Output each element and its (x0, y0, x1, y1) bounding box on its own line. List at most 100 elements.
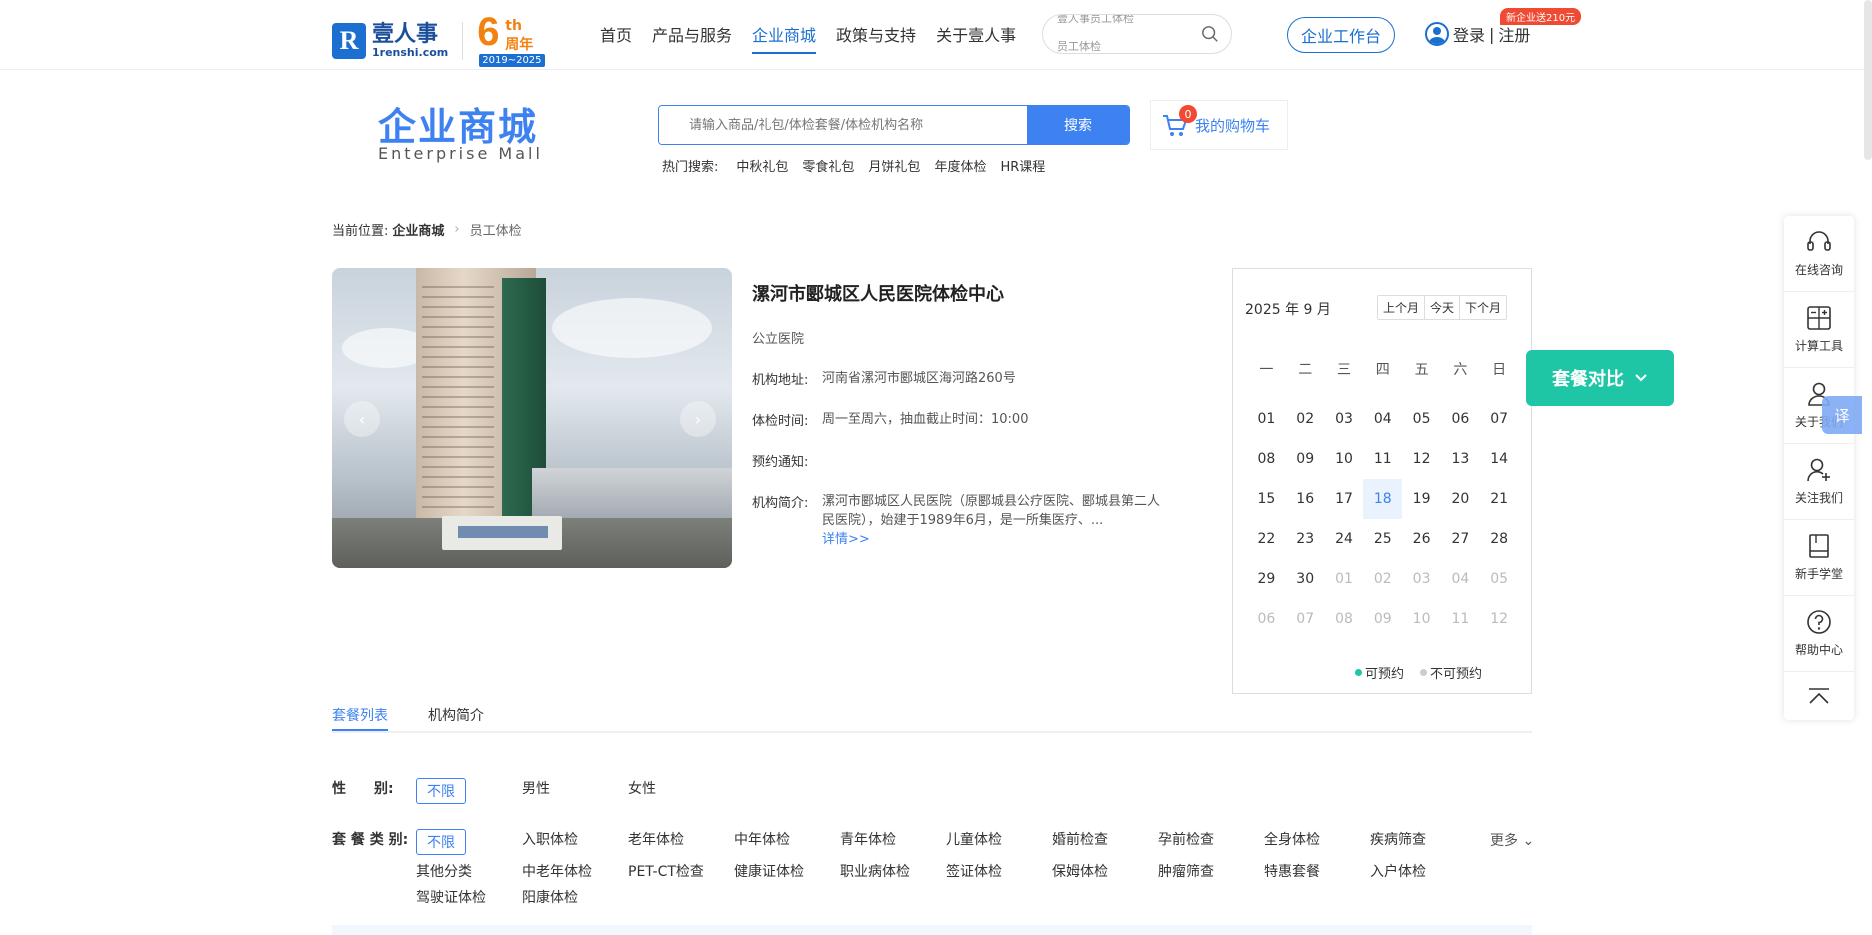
calendar-day: 08 (1335, 611, 1353, 627)
site-logo[interactable]: R 壹人事 1renshi.com 6 th 周年 2019~2025 (332, 10, 545, 68)
category-option[interactable]: 保姆体检 (1052, 861, 1158, 881)
calendar-day[interactable]: 24 (1325, 519, 1364, 559)
category-option[interactable]: 签证体检 (946, 861, 1052, 881)
nav-products[interactable]: 产品与服务 (652, 22, 732, 54)
tab-institution-intro[interactable]: 机构简介 (428, 705, 484, 731)
carousel-next-icon[interactable]: › (680, 401, 716, 437)
hot-search-term[interactable]: HR课程 (1000, 156, 1045, 175)
category-option[interactable]: 阳康体检 (522, 887, 628, 907)
calendar-day[interactable]: 09 (1286, 439, 1325, 479)
hot-search-term[interactable]: 月饼礼包 (868, 156, 920, 175)
category-option[interactable]: 疾病筛查 (1370, 829, 1476, 855)
hot-search-term[interactable]: 零食礼包 (802, 156, 854, 175)
hot-search-term[interactable]: 中秋礼包 (736, 156, 788, 175)
nav-about[interactable]: 关于壹人事 (936, 22, 1016, 54)
package-compare-button[interactable]: 套餐对比 (1526, 350, 1674, 406)
category-option[interactable]: 孕前检查 (1158, 829, 1264, 855)
prev-month-button[interactable]: 上个月 (1378, 296, 1426, 319)
calendar-day[interactable]: 19 (1402, 479, 1441, 519)
calendar-day[interactable]: 29 (1247, 559, 1286, 599)
breadcrumb-parent[interactable]: 企业商城 (392, 220, 444, 239)
cart-button[interactable]: 0 我的购物车 (1150, 100, 1288, 150)
calendar-day[interactable]: 22 (1247, 519, 1286, 559)
calendar-day[interactable]: 03 (1325, 399, 1364, 439)
next-month-button[interactable]: 下个月 (1460, 296, 1506, 319)
workbench-button[interactable]: 企业工作台 (1287, 17, 1395, 53)
calendar-day[interactable]: 11 (1363, 439, 1402, 479)
calendar-day[interactable]: 08 (1247, 439, 1286, 479)
calendar-day[interactable]: 04 (1363, 399, 1402, 439)
calendar-day: 04 (1451, 571, 1470, 587)
mall-search-button[interactable]: 搜索 (1027, 106, 1129, 144)
category-option[interactable]: 入职体检 (522, 829, 628, 855)
sidebar-follow-us[interactable]: 关注我们 (1784, 444, 1854, 520)
sidebar-help-center[interactable]: 帮助中心 (1784, 596, 1854, 672)
category-option[interactable]: PET-CT检查 (628, 861, 734, 881)
calendar-day[interactable]: 27 (1441, 519, 1480, 559)
calendar-day[interactable]: 20 (1441, 479, 1480, 519)
category-option[interactable]: 其他分类 (416, 861, 522, 881)
intro-more-link[interactable]: 详情>> (822, 532, 870, 547)
search-icon[interactable] (1201, 25, 1219, 43)
sidebar-online-consult[interactable]: 在线咨询 (1784, 216, 1854, 292)
nav-policy[interactable]: 政策与支持 (836, 22, 916, 54)
calendar-day-today[interactable]: 18 (1363, 479, 1403, 519)
category-option[interactable]: 青年体检 (840, 829, 946, 855)
sidebar-beginner-school[interactable]: 新手学堂 (1784, 520, 1854, 596)
header-search-box[interactable]: 壹人事员工体检 员工体检 (1042, 14, 1232, 54)
calendar-day[interactable]: 07 (1480, 399, 1519, 439)
category-option[interactable]: 中老年体检 (522, 861, 628, 881)
calendar-day[interactable]: 17 (1325, 479, 1364, 519)
back-to-top-button[interactable] (1784, 672, 1854, 720)
nav-mall[interactable]: 企业商城 (752, 22, 817, 54)
category-option[interactable]: 全身体检 (1264, 829, 1370, 855)
calendar-day[interactable]: 12 (1402, 439, 1441, 479)
calendar-day[interactable]: 30 (1286, 559, 1325, 599)
category-option[interactable]: 健康证体检 (734, 861, 840, 881)
sidebar-calc-tools[interactable]: 计算工具 (1784, 292, 1854, 368)
calendar-day[interactable]: 23 (1286, 519, 1325, 559)
gender-option[interactable]: 女性 (628, 778, 734, 804)
category-option[interactable]: 中年体检 (734, 829, 840, 855)
calendar-day[interactable]: 28 (1480, 519, 1519, 559)
category-option[interactable]: 职业病体检 (840, 861, 946, 881)
calendar-day[interactable]: 06 (1441, 399, 1480, 439)
page-scrollbar[interactable] (1864, 0, 1872, 160)
calendar-day[interactable]: 16 (1286, 479, 1325, 519)
institution-name: 漯河市郾城区人民医院体检中心 (752, 284, 1004, 305)
category-option[interactable]: 肿瘤筛查 (1158, 861, 1264, 881)
hot-search-term[interactable]: 年度体检 (934, 156, 986, 175)
category-option[interactable]: 驾驶证体检 (416, 887, 522, 907)
booking-calendar: 2025 年 9 月 上个月 今天 下个月 一二三四五六日 01 02 03 04 05 0… (1232, 268, 1532, 694)
carousel-prev-icon[interactable]: ‹ (344, 401, 380, 437)
category-option[interactable]: 特惠套餐 (1264, 861, 1370, 881)
calendar-day[interactable]: 26 (1402, 519, 1441, 559)
calendar-day[interactable]: 15 (1247, 479, 1286, 519)
calendar-day[interactable]: 21 (1480, 479, 1519, 519)
logo-divider (462, 22, 464, 60)
category-option[interactable]: 老年体检 (628, 829, 734, 855)
anniversary-badge: 6 th 周年 2019~2025 (477, 10, 545, 68)
nav-home[interactable]: 首页 (600, 22, 632, 54)
more-filter-button[interactable]: 更多 ⌄ (1490, 830, 1534, 850)
calendar-day[interactable]: 25 (1363, 519, 1402, 559)
gender-option[interactable]: 不限 (416, 778, 466, 804)
tab-package-list[interactable]: 套餐列表 (332, 705, 388, 731)
calendar-day[interactable]: 14 (1480, 439, 1519, 479)
today-button[interactable]: 今天 (1425, 296, 1461, 319)
notice-row: 预约通知: (752, 455, 809, 470)
calendar-day[interactable]: 10 (1325, 439, 1364, 479)
category-option[interactable]: 儿童体检 (946, 829, 1052, 855)
translate-button[interactable]: 译 (1822, 396, 1862, 434)
mall-search-input[interactable] (659, 106, 1027, 144)
category-option[interactable]: 入户体检 (1370, 861, 1476, 881)
login-link[interactable]: 登录 (1453, 22, 1485, 46)
calendar-day[interactable]: 01 (1247, 399, 1286, 439)
calendar-day[interactable]: 05 (1402, 399, 1441, 439)
calendar-day[interactable]: 13 (1441, 439, 1480, 479)
category-option[interactable]: 婚前检查 (1052, 829, 1158, 855)
gender-option[interactable]: 男性 (522, 778, 628, 804)
category-option[interactable]: 不限 (416, 829, 466, 855)
calendar-day[interactable]: 02 (1286, 399, 1325, 439)
register-link[interactable]: 注册 (1498, 22, 1530, 46)
